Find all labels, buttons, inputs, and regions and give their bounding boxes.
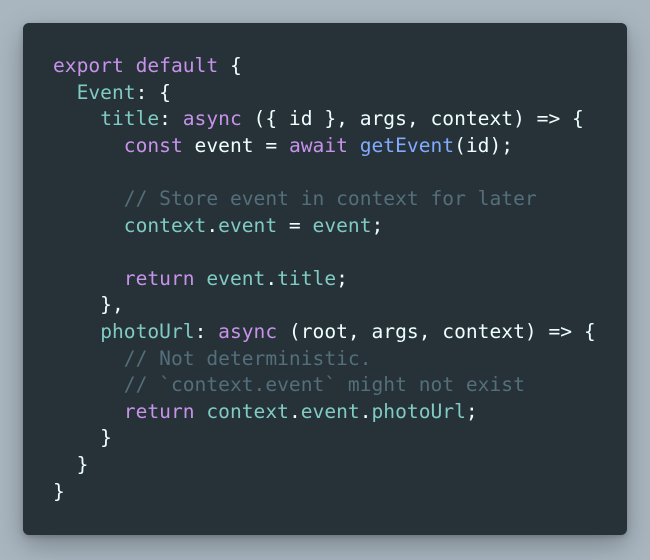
code-token-plain: = — [277, 213, 313, 237]
code-token-prop: title — [100, 107, 160, 131]
code-token-comment: // Store event in context for later — [123, 186, 537, 210]
code-token-keyword: export — [53, 54, 124, 77]
code-token-keyword: async — [218, 319, 278, 343]
code-window: export default { Event: { title: async (… — [23, 23, 627, 535]
code-line: const event = await getEvent(id); — [53, 133, 596, 160]
code-line: export default { — [53, 53, 596, 80]
code-line: context.event = event; — [53, 213, 596, 240]
code-token-plain: (id); — [454, 133, 514, 157]
code-token-keyword: default — [135, 54, 219, 77]
code-token-plain: . — [265, 266, 278, 290]
code-token-keyword: await — [288, 133, 348, 157]
code-token-comment: // Not deterministic. — [123, 346, 372, 370]
code-line: } — [53, 425, 596, 452]
code-token-plain: } — [53, 479, 65, 503]
code-token-prop: photoUrl — [371, 399, 466, 423]
code-token-keyword: return — [123, 399, 195, 423]
code-token-prop: event — [206, 266, 266, 290]
code-token-plain: ; — [371, 213, 384, 237]
code-token-plain: : — [194, 319, 219, 343]
code-line: photoUrl: async (root, args, context) =>… — [53, 319, 596, 346]
code-token-plain: . — [206, 213, 219, 237]
code-line: return event.title; — [53, 266, 596, 293]
code-token-plain: ; — [465, 399, 478, 423]
code-token-keyword: const — [123, 133, 183, 157]
code-line: // Not deterministic. — [53, 346, 596, 373]
code-line: // Store event in context for later — [53, 186, 596, 213]
code-token-plain: : — [159, 107, 183, 131]
code-line: Event: { — [53, 80, 596, 107]
code-line: // `context.event` might not exist — [53, 372, 596, 399]
code-token-prop: title — [277, 266, 337, 290]
code-token-plain: { — [218, 54, 242, 77]
code-token-plain: : { — [135, 80, 171, 104]
code-token-comment: // `context.event` might not exist — [123, 373, 525, 397]
code-line: title: async ({ id }, args, context) => … — [53, 106, 596, 133]
code-token-plain: } — [53, 452, 89, 476]
code-token-plain: . — [359, 399, 372, 423]
code-token-prop: event — [312, 213, 372, 237]
code-token-prop: event — [300, 399, 360, 423]
code-token-prop: photoUrl — [100, 319, 195, 343]
code-token-plain: event = — [182, 133, 289, 157]
code-token-plain: . — [288, 399, 301, 423]
code-token-plain: ; — [336, 266, 348, 290]
code-token-plain: (root, args, context) => { — [277, 319, 596, 343]
code-token-func: getEvent — [359, 133, 455, 157]
code-token-prop: context — [206, 399, 289, 423]
code-block: export default { Event: { title: async (… — [53, 53, 596, 505]
code-token-prop: context — [123, 213, 207, 237]
code-token-prop: event — [218, 213, 278, 237]
code-token-keyword: return — [123, 266, 195, 290]
code-line: } — [53, 479, 596, 506]
code-token-prop: Event — [76, 80, 136, 104]
code-line: }, — [53, 292, 596, 319]
code-line: return context.event.photoUrl; — [53, 399, 596, 426]
code-token-plain: ({ id }, args, context) => { — [241, 107, 584, 131]
code-line: } — [53, 452, 596, 479]
code-token-plain: } — [53, 426, 112, 450]
code-token-plain: }, — [53, 293, 124, 317]
code-token-keyword: async — [182, 107, 242, 131]
